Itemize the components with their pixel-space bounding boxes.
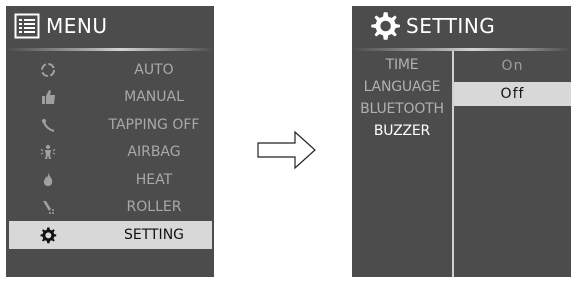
menu-item-manual[interactable]: MANUAL xyxy=(6,84,214,112)
menu-item-auto[interactable]: AUTO xyxy=(6,56,214,84)
menu-item-label: MANUAL xyxy=(124,89,184,106)
gear-icon xyxy=(371,12,400,40)
roller-icon xyxy=(38,197,58,217)
menu-item-setting[interactable]: SETTING xyxy=(9,221,212,249)
menu-item-label: AIRBAG xyxy=(127,144,181,161)
setting-item-bluetooth[interactable]: BLUETOOTH xyxy=(352,98,452,120)
setting-title: SETTING xyxy=(406,14,496,38)
menu-title-divider xyxy=(6,48,214,51)
menu-screen: MENU AUTO MANUAL TAPPING OFF AIRBAG HEAT… xyxy=(6,6,214,277)
menu-item-label: TAPPING OFF xyxy=(108,116,200,133)
refresh-icon xyxy=(38,60,58,80)
menu-item-label: HEAT xyxy=(135,171,173,188)
option-on[interactable]: On xyxy=(454,54,571,78)
menu-item-airbag[interactable]: AIRBAG xyxy=(6,139,214,167)
tapping-icon xyxy=(38,115,58,135)
menu-list: AUTO MANUAL TAPPING OFF AIRBAG HEAT ROLL… xyxy=(6,56,214,249)
menu-item-label: ROLLER xyxy=(126,199,182,216)
setting-screen: SETTING TIME LANGUAGE BLUETOOTH BUZZER O… xyxy=(352,6,571,277)
setting-title-divider xyxy=(352,48,571,51)
setting-options-list: On Off xyxy=(454,54,571,106)
menu-title: MENU xyxy=(46,14,108,38)
menu-titlebar: MENU xyxy=(6,6,214,46)
setting-titlebar: SETTING xyxy=(352,6,571,46)
menu-item-roller[interactable]: ROLLER xyxy=(6,194,214,222)
menu-item-heat[interactable]: HEAT xyxy=(6,166,214,194)
thumbs-up-icon xyxy=(38,87,58,107)
flame-icon xyxy=(38,170,58,190)
option-off[interactable]: Off xyxy=(454,82,571,106)
gear-icon xyxy=(38,225,58,245)
menu-item-label: AUTO xyxy=(134,61,174,78)
airbag-icon xyxy=(38,142,58,162)
setting-items-list: TIME LANGUAGE BLUETOOTH BUZZER xyxy=(352,54,452,142)
menu-item-label: SETTING xyxy=(123,226,185,243)
setting-item-time[interactable]: TIME xyxy=(352,54,452,76)
right-arrow-icon xyxy=(257,130,316,170)
menu-list-icon xyxy=(14,13,40,39)
setting-item-language[interactable]: LANGUAGE xyxy=(352,76,452,98)
setting-item-buzzer[interactable]: BUZZER xyxy=(352,120,452,142)
menu-item-tapping-off[interactable]: TAPPING OFF xyxy=(6,111,214,139)
